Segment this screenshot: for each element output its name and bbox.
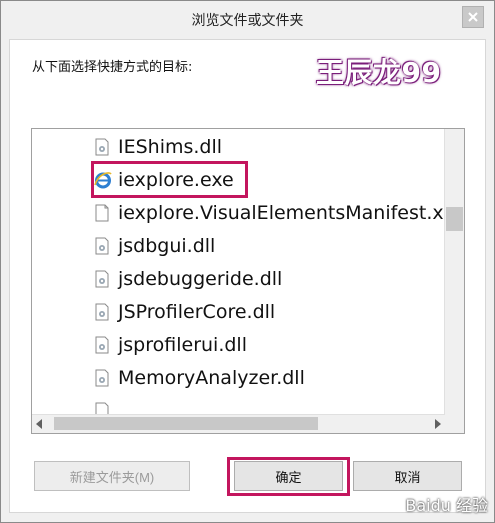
- tree-item[interactable]: iexplore.exe: [94, 166, 234, 194]
- tree-items: IEShims.dll iexplore.exe iexplore.Visual…: [32, 129, 445, 415]
- scroll-left-icon[interactable]: [36, 419, 42, 429]
- horizontal-scroll-thumb[interactable]: [54, 417, 318, 430]
- dll-icon: [94, 369, 110, 387]
- tree-item[interactable]: jsdebuggeride.dll: [94, 265, 282, 293]
- close-icon: [468, 12, 478, 22]
- file-name: jsdbgui.dll: [118, 235, 216, 257]
- logo-text: Baidu 经验: [405, 496, 488, 515]
- close-button[interactable]: [462, 6, 484, 28]
- tree-item[interactable]: IEShims.dll: [94, 133, 222, 161]
- cancel-button[interactable]: 取消: [353, 461, 462, 491]
- new-folder-button[interactable]: 新建文件夹(M): [34, 461, 190, 491]
- dll-icon: [94, 303, 110, 321]
- scroll-right-icon[interactable]: [435, 419, 441, 429]
- file-name: iexplore.exe: [118, 169, 234, 191]
- dll-icon: [94, 138, 110, 156]
- scroll-corner: [445, 415, 464, 433]
- document-icon: [94, 204, 110, 222]
- tree-item[interactable]: JSProfilerCore.dll: [94, 298, 275, 326]
- tree-item[interactable]: MemoryAnalyzer.dll: [94, 364, 305, 392]
- watermark-text: 王辰龙99: [316, 56, 442, 89]
- tree-item[interactable]: jsprofilerui.dll: [94, 331, 247, 359]
- file-name: iexplore.VisualElementsManifest.x: [118, 202, 444, 224]
- baidu-logo: Baidu 经验: [405, 492, 488, 516]
- browse-folder-dialog: 浏览文件或文件夹 从下面选择快捷方式的目标: 王辰龙99 IEShims.dll…: [0, 0, 495, 523]
- file-name: JSProfilerCore.dll: [118, 301, 276, 323]
- file-name: jsdebuggeride.dll: [118, 268, 283, 290]
- horizontal-scrollbar[interactable]: [32, 414, 445, 433]
- title-bar[interactable]: 浏览文件或文件夹: [1, 1, 494, 39]
- dll-icon: [94, 237, 110, 255]
- folder-tree[interactable]: IEShims.dll iexplore.exe iexplore.Visual…: [31, 128, 465, 434]
- vertical-scroll-thumb[interactable]: [446, 207, 463, 231]
- tree-item-partial: [94, 397, 118, 415]
- dialog-title: 浏览文件或文件夹: [191, 13, 304, 29]
- dll-icon: [94, 270, 110, 288]
- dll-icon: [94, 336, 110, 354]
- ok-button[interactable]: 确定: [234, 461, 343, 491]
- file-name: IEShims.dll: [118, 136, 223, 158]
- ie-icon: [94, 171, 112, 189]
- file-name: jsprofilerui.dll: [118, 334, 247, 356]
- vertical-scrollbar[interactable]: [444, 129, 464, 415]
- instruction-label: 从下面选择快捷方式的目标:: [32, 60, 193, 75]
- tree-item[interactable]: jsdbgui.dll: [94, 232, 215, 260]
- file-name: MemoryAnalyzer.dll: [118, 367, 305, 389]
- tree-item[interactable]: iexplore.VisualElementsManifest.x: [94, 199, 444, 227]
